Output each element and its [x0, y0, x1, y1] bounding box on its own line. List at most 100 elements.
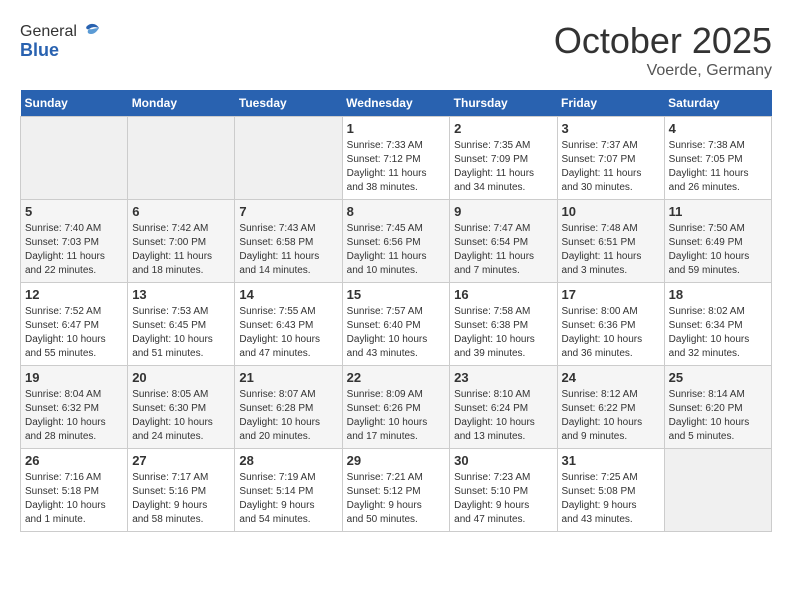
day-cell: 5Sunrise: 7:40 AM Sunset: 7:03 PM Daylig…: [21, 200, 128, 283]
day-cell: 16 Sunrise: 7:58 AM Sunset: 6:38 PM Dayli…: [450, 283, 557, 366]
day-number: 28: [239, 453, 337, 468]
day-cell: 10Sunrise: 7:48 AM Sunset: 6:51 PM Dayli…: [557, 200, 664, 283]
day-info: Sunrise: 8:10 AM Sunset: 6:24 PM Dayligh…: [454, 388, 552, 444]
day-number: 2: [454, 121, 552, 136]
day-info: Sunrise: 7:25 AM Sunset: 5:08 PM Dayligh…: [562, 471, 660, 527]
week-row-1: 1Sunrise: 7:33 AM Sunset: 7:12 PM Daylig…: [21, 117, 772, 200]
day-cell: 20Sunrise: 8:05 AM Sunset: 6:30 PM Dayli…: [128, 366, 235, 449]
day-info: Sunrise: 7:21 AM Sunset: 5:12 PM Dayligh…: [347, 471, 446, 527]
day-number: 31: [562, 453, 660, 468]
day-info: Sunrise: 8:02 AM Sunset: 6:34 PM Dayligh…: [669, 305, 767, 361]
day-number: 12: [25, 287, 123, 302]
day-cell: [664, 449, 771, 532]
weekday-header-saturday: Saturday: [664, 90, 771, 117]
day-cell: 14 Sunrise: 7:55 AM Sunset: 6:43 PM Dayli…: [235, 283, 342, 366]
day-number: 14: [239, 287, 337, 302]
day-info: Sunrise: 7:16 AM Sunset: 5:18 PM Dayligh…: [25, 471, 123, 527]
day-cell: 17 Sunrise: 8:00 AM Sunset: 6:36 PM Dayli…: [557, 283, 664, 366]
day-cell: 8 Sunrise: 7:45 AM Sunset: 6:56 PM Daylig…: [342, 200, 450, 283]
day-number: 8: [347, 204, 446, 219]
day-info: Sunrise: 7:55 AM Sunset: 6:43 PM Dayligh…: [239, 305, 337, 361]
day-cell: 7 Sunrise: 7:43 AM Sunset: 6:58 PM Daylig…: [235, 200, 342, 283]
day-number: 29: [347, 453, 446, 468]
day-cell: 13Sunrise: 7:53 AM Sunset: 6:45 PM Dayli…: [128, 283, 235, 366]
week-row-4: 19 Sunrise: 8:04 AM Sunset: 6:32 PM Dayli…: [21, 366, 772, 449]
week-row-3: 12 Sunrise: 7:52 AM Sunset: 6:47 PM Dayli…: [21, 283, 772, 366]
day-cell: 30 Sunrise: 7:23 AM Sunset: 5:10 PM Dayli…: [450, 449, 557, 532]
day-number: 27: [132, 453, 230, 468]
weekday-header-sunday: Sunday: [21, 90, 128, 117]
logo-general-text: General: [20, 23, 77, 41]
logo: General Blue: [20, 20, 103, 61]
day-number: 30: [454, 453, 552, 468]
day-info: Sunrise: 7:33 AM Sunset: 7:12 PM Dayligh…: [347, 139, 446, 195]
day-cell: 19 Sunrise: 8:04 AM Sunset: 6:32 PM Dayli…: [21, 366, 128, 449]
title-block: October 2025 Voerde, Germany: [554, 20, 772, 80]
day-cell: 9 Sunrise: 7:47 AM Sunset: 6:54 PM Daylig…: [450, 200, 557, 283]
day-cell: 21Sunrise: 8:07 AM Sunset: 6:28 PM Dayli…: [235, 366, 342, 449]
day-info: Sunrise: 8:07 AM Sunset: 6:28 PM Dayligh…: [239, 388, 337, 444]
day-cell: 3Sunrise: 7:37 AM Sunset: 7:07 PM Daylig…: [557, 117, 664, 200]
day-number: 7: [239, 204, 337, 219]
day-cell: 29 Sunrise: 7:21 AM Sunset: 5:12 PM Dayli…: [342, 449, 450, 532]
day-number: 26: [25, 453, 123, 468]
day-info: Sunrise: 7:38 AM Sunset: 7:05 PM Dayligh…: [669, 139, 767, 195]
day-number: 18: [669, 287, 767, 302]
day-info: Sunrise: 7:23 AM Sunset: 5:10 PM Dayligh…: [454, 471, 552, 527]
day-cell: 15 Sunrise: 7:57 AM Sunset: 6:40 PM Dayli…: [342, 283, 450, 366]
day-info: Sunrise: 7:17 AM Sunset: 5:16 PM Dayligh…: [132, 471, 230, 527]
day-cell: [21, 117, 128, 200]
month-title: October 2025: [554, 20, 772, 62]
day-cell: 4 Sunrise: 7:38 AM Sunset: 7:05 PM Daylig…: [664, 117, 771, 200]
day-cell: 28Sunrise: 7:19 AM Sunset: 5:14 PM Dayli…: [235, 449, 342, 532]
day-number: 16: [454, 287, 552, 302]
day-cell: 27 Sunrise: 7:17 AM Sunset: 5:16 PM Dayli…: [128, 449, 235, 532]
weekday-header-monday: Monday: [128, 90, 235, 117]
day-cell: 18 Sunrise: 8:02 AM Sunset: 6:34 PM Dayli…: [664, 283, 771, 366]
day-cell: 12 Sunrise: 7:52 AM Sunset: 6:47 PM Dayli…: [21, 283, 128, 366]
day-info: Sunrise: 8:04 AM Sunset: 6:32 PM Dayligh…: [25, 388, 123, 444]
weekday-header-friday: Friday: [557, 90, 664, 117]
day-cell: 31 Sunrise: 7:25 AM Sunset: 5:08 PM Dayli…: [557, 449, 664, 532]
day-info: Sunrise: 8:12 AM Sunset: 6:22 PM Dayligh…: [562, 388, 660, 444]
day-number: 17: [562, 287, 660, 302]
day-info: Sunrise: 7:53 AM Sunset: 6:45 PM Dayligh…: [132, 305, 230, 361]
day-info: Sunrise: 7:35 AM Sunset: 7:09 PM Dayligh…: [454, 139, 552, 195]
day-info: Sunrise: 8:00 AM Sunset: 6:36 PM Dayligh…: [562, 305, 660, 361]
day-number: 5: [25, 204, 123, 219]
day-number: 25: [669, 370, 767, 385]
day-cell: 22Sunrise: 8:09 AM Sunset: 6:26 PM Dayli…: [342, 366, 450, 449]
day-number: 24: [562, 370, 660, 385]
page-header: General Blue October 2025 Voerde, German…: [20, 20, 772, 80]
weekday-header-thursday: Thursday: [450, 90, 557, 117]
day-info: Sunrise: 7:50 AM Sunset: 6:49 PM Dayligh…: [669, 222, 767, 278]
logo-bird-icon: [79, 20, 103, 44]
day-info: Sunrise: 8:14 AM Sunset: 6:20 PM Dayligh…: [669, 388, 767, 444]
day-number: 9: [454, 204, 552, 219]
day-cell: 26 Sunrise: 7:16 AM Sunset: 5:18 PM Dayli…: [21, 449, 128, 532]
day-cell: [128, 117, 235, 200]
day-cell: 11 Sunrise: 7:50 AM Sunset: 6:49 PM Dayli…: [664, 200, 771, 283]
day-info: Sunrise: 7:58 AM Sunset: 6:38 PM Dayligh…: [454, 305, 552, 361]
day-number: 4: [669, 121, 767, 136]
day-info: Sunrise: 7:45 AM Sunset: 6:56 PM Dayligh…: [347, 222, 446, 278]
day-info: Sunrise: 7:52 AM Sunset: 6:47 PM Dayligh…: [25, 305, 123, 361]
day-number: 6: [132, 204, 230, 219]
day-info: Sunrise: 8:05 AM Sunset: 6:30 PM Dayligh…: [132, 388, 230, 444]
weekday-header-row: SundayMondayTuesdayWednesdayThursdayFrid…: [21, 90, 772, 117]
day-info: Sunrise: 7:37 AM Sunset: 7:07 PM Dayligh…: [562, 139, 660, 195]
location-subtitle: Voerde, Germany: [554, 62, 772, 80]
weekday-header-wednesday: Wednesday: [342, 90, 450, 117]
weekday-header-tuesday: Tuesday: [235, 90, 342, 117]
day-number: 15: [347, 287, 446, 302]
day-cell: 25 Sunrise: 8:14 AM Sunset: 6:20 PM Dayli…: [664, 366, 771, 449]
day-number: 23: [454, 370, 552, 385]
day-number: 19: [25, 370, 123, 385]
day-cell: 6Sunrise: 7:42 AM Sunset: 7:00 PM Daylig…: [128, 200, 235, 283]
day-number: 11: [669, 204, 767, 219]
day-info: Sunrise: 7:43 AM Sunset: 6:58 PM Dayligh…: [239, 222, 337, 278]
day-info: Sunrise: 7:47 AM Sunset: 6:54 PM Dayligh…: [454, 222, 552, 278]
day-cell: 24 Sunrise: 8:12 AM Sunset: 6:22 PM Dayli…: [557, 366, 664, 449]
week-row-5: 26 Sunrise: 7:16 AM Sunset: 5:18 PM Dayli…: [21, 449, 772, 532]
day-info: Sunrise: 7:57 AM Sunset: 6:40 PM Dayligh…: [347, 305, 446, 361]
